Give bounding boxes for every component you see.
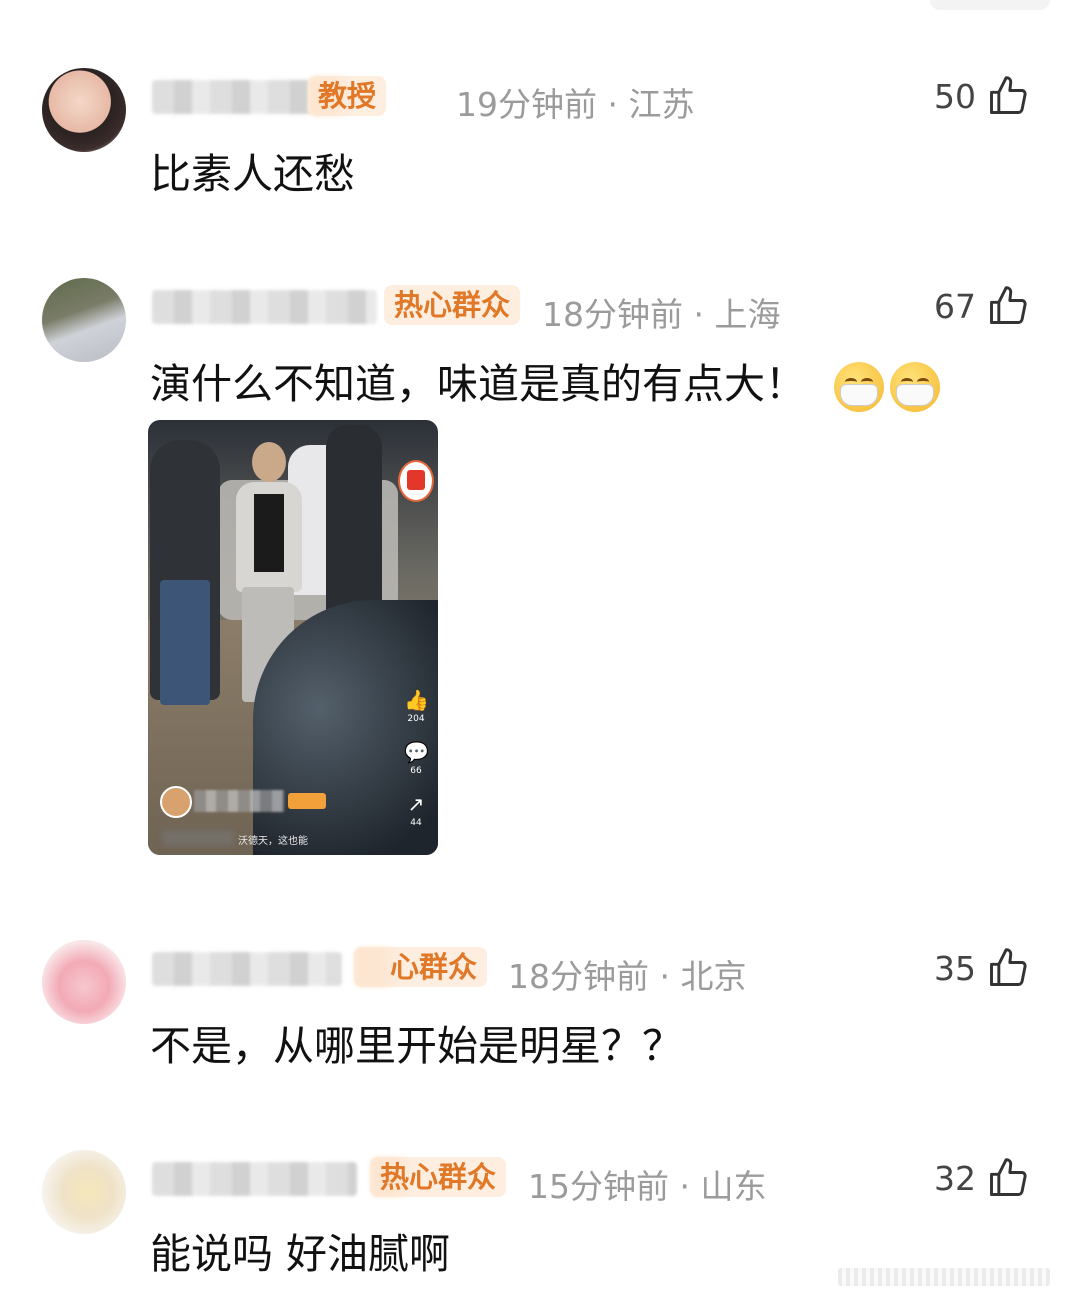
- like-count: 204: [407, 714, 425, 724]
- avatar[interactable]: [42, 940, 126, 1024]
- user-badge: 热心群众: [370, 1157, 507, 1197]
- separator-dot: ·: [659, 957, 671, 996]
- share-count: 44: [410, 818, 422, 828]
- separator-dot: ·: [679, 1167, 691, 1206]
- mask-face-emoji: [890, 362, 940, 412]
- share-icon: ↗: [407, 792, 425, 816]
- comment-bubble-icon: 💬: [404, 740, 429, 764]
- location: 北京: [680, 957, 747, 996]
- like-count: 50: [934, 76, 976, 116]
- thumbs-up-icon: 👍: [404, 688, 429, 712]
- timestamp: 18分钟前: [542, 295, 683, 334]
- like-button[interactable]: 35: [934, 946, 1030, 990]
- avatar[interactable]: [42, 278, 126, 362]
- user-badge: 教授: [308, 76, 387, 116]
- timestamp: 15分钟前: [528, 1167, 669, 1206]
- comment-meta: 18分钟前 · 北京: [508, 950, 747, 998]
- username[interactable]: [152, 1162, 357, 1196]
- avatar: [160, 786, 192, 818]
- comment-text: 比素人还愁: [150, 150, 355, 198]
- avatar[interactable]: [42, 1150, 126, 1234]
- comment-text: 演什么不知道，味道是真的有点大！: [150, 350, 940, 412]
- location: 上海: [714, 295, 781, 334]
- avatar[interactable]: [42, 68, 126, 152]
- watermark-strip: [838, 1268, 1050, 1286]
- timestamp: 19分钟前: [456, 85, 597, 124]
- location: 江苏: [628, 85, 695, 124]
- mask-face-emoji: [834, 362, 884, 412]
- user-badge: 心群众: [354, 947, 488, 987]
- like-count: 35: [934, 948, 976, 988]
- like-count: 67: [934, 286, 976, 326]
- like-button[interactable]: 50: [934, 74, 1030, 118]
- previous-card-edge: [930, 0, 1050, 10]
- username[interactable]: [152, 952, 342, 986]
- video-user-strip: [160, 784, 330, 818]
- thumbs-up-icon: [990, 76, 1027, 114]
- comment-meta: 19分钟前 · 江苏: [456, 78, 695, 126]
- comment-text: 不是，从哪里开始是明星？？: [150, 1022, 683, 1070]
- red-packet-icon: [398, 460, 434, 502]
- location: 山东: [700, 1167, 767, 1206]
- thumbs-up-icon: [990, 948, 1027, 986]
- comment-image[interactable]: 👍 204 💬 66 ↗ 44 沃德天，这也能: [148, 420, 438, 855]
- username[interactable]: [152, 290, 377, 324]
- video-caption: 沃德天，这也能: [238, 836, 308, 847]
- timestamp: 18分钟前: [508, 957, 649, 996]
- like-button[interactable]: 32: [934, 1156, 1030, 1200]
- user-badge: 热心群众: [384, 285, 521, 325]
- separator-dot: ·: [693, 295, 705, 334]
- comment-meta: 15分钟前 · 山东: [528, 1160, 767, 1208]
- comment-meta: 18分钟前 · 上海: [542, 288, 781, 336]
- thumbs-up-icon: [990, 1158, 1027, 1196]
- separator-dot: ·: [607, 85, 619, 124]
- username[interactable]: [152, 80, 322, 114]
- like-button[interactable]: 67: [934, 284, 1030, 328]
- comment-count: 66: [410, 766, 422, 776]
- comment-text: 能说吗 好油腻啊: [150, 1230, 451, 1278]
- thumbs-up-icon: [990, 286, 1027, 324]
- like-count: 32: [934, 1158, 976, 1198]
